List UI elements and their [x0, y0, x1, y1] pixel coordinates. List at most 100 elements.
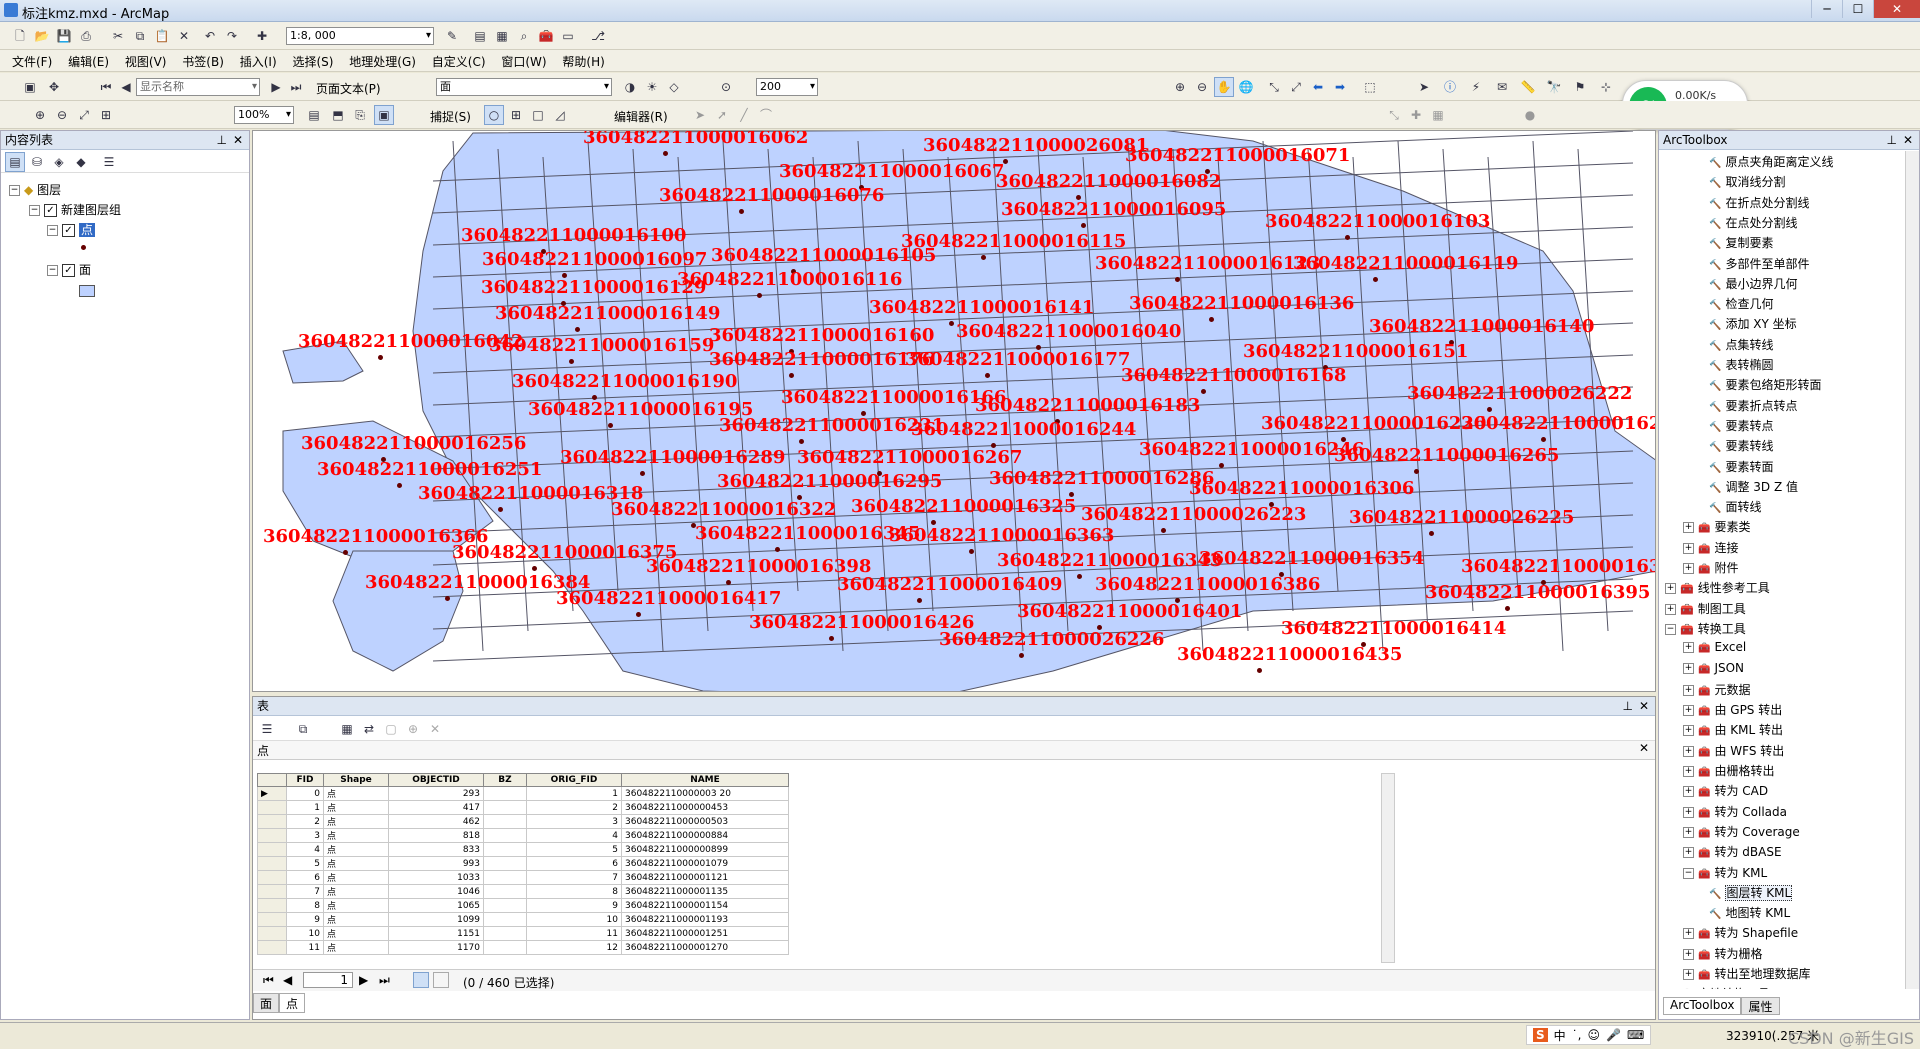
find-icon[interactable]: 🔭	[1544, 77, 1564, 97]
edge-snap-icon[interactable]: ◿	[550, 105, 570, 125]
table-cell[interactable]: 点	[323, 870, 389, 885]
toolbox-toolset-item[interactable]: + 🧰 转出至地理数据库	[1683, 965, 1810, 982]
point-feature[interactable]	[775, 547, 780, 552]
toolbox-tool-item[interactable]: 🔨 要素包络矩形转面	[1709, 376, 1821, 393]
editor-toolbar-icon[interactable]: ✎	[442, 26, 462, 46]
focus-data-frame-icon[interactable]: ⬒	[328, 105, 348, 125]
toolbox-tool-item[interactable]: 🔨 复制要素	[1709, 234, 1773, 251]
table-cell[interactable]: 9	[526, 898, 622, 913]
zoom-whole-page-icon[interactable]: ⤢	[74, 105, 94, 125]
toolbox-toolset-item[interactable]: + 🧰 转为 dBASE	[1683, 843, 1782, 860]
table-cell[interactable]: 360482211000000503	[621, 814, 789, 829]
ime-toolbar[interactable]: S 中 ˙, ☺ 🎤 ⌨	[1526, 1025, 1652, 1045]
map-scale-combo[interactable]: 1:8, 000	[286, 27, 434, 45]
expand-icon[interactable]: +	[1683, 662, 1694, 674]
menu-insert[interactable]: 插入(I)	[234, 50, 283, 73]
table-row[interactable]: 2 点 462 3 360482211000000503	[257, 814, 789, 829]
collapse-icon[interactable]: −	[1683, 867, 1694, 879]
contrast-icon[interactable]: ◑	[620, 77, 640, 97]
table-cell[interactable]: 8	[286, 898, 324, 913]
point-feature[interactable]	[1373, 277, 1378, 282]
table-cell[interactable]: 1046	[388, 884, 484, 899]
column-header[interactable]: Shape	[323, 773, 389, 787]
toc-layers-root[interactable]: − ◆ 图层	[9, 181, 61, 198]
menu-selection[interactable]: 选择(S)	[286, 50, 339, 73]
expand-icon[interactable]: +	[1683, 847, 1694, 859]
table-cell[interactable]: 818	[388, 828, 484, 843]
table-cell[interactable]: 1065	[388, 898, 484, 913]
table-scrollbar[interactable]	[1381, 773, 1395, 963]
collapse-icon[interactable]: −	[1665, 623, 1676, 635]
table-row[interactable]: 6 点 1033 7 360482211000001121	[257, 870, 789, 885]
point-feature[interactable]	[981, 255, 986, 260]
expand-icon[interactable]: +	[1683, 948, 1694, 960]
delete-icon[interactable]: ✕	[174, 26, 194, 46]
prev-page-icon[interactable]: ◀	[116, 77, 136, 97]
next-record-icon[interactable]: ▶	[359, 973, 368, 987]
fixed-zoom-out-icon[interactable]: ⤢	[1286, 77, 1306, 97]
table-cell[interactable]: 360482211000001079	[621, 856, 789, 871]
expand-icon[interactable]: +	[1665, 583, 1676, 595]
table-cell[interactable]: 360482211000000453	[621, 800, 789, 815]
toolbox-toolset-item[interactable]: + 🧰 连接	[1683, 539, 1738, 556]
table-cell[interactable]: 360482211000001251	[621, 926, 789, 941]
toc-polygon-layer[interactable]: − ✓ 面	[47, 261, 91, 278]
toolbox-toolset-item[interactable]: + 🧰 转为 Coverage	[1683, 823, 1800, 840]
point-feature[interactable]	[1505, 606, 1510, 611]
layout-zoom-combo[interactable]: 100%	[234, 106, 294, 124]
table-cell[interactable]: 360482211000001270	[621, 940, 789, 955]
menu-bookmarks[interactable]: 书签(B)	[176, 50, 230, 73]
related-tables-icon[interactable]: ⧉	[293, 719, 313, 739]
point-feature[interactable]	[1081, 223, 1086, 228]
toolbox-tool-item[interactable]: 🔨 多部件至单部件	[1709, 255, 1809, 272]
table-cell[interactable]: 3	[526, 814, 622, 829]
row-selector[interactable]	[257, 856, 287, 871]
toolbox-toolset-item[interactable]: + 🧰 转为 Collada	[1683, 803, 1787, 820]
point-feature[interactable]	[498, 507, 503, 512]
zoom-to-selected-icon[interactable]: ⊕	[403, 719, 423, 739]
table-cell[interactable]: 2	[286, 814, 324, 829]
show-all-records-icon[interactable]	[413, 972, 429, 988]
html-popup-icon[interactable]: ✉	[1492, 77, 1512, 97]
table-cell[interactable]: 5	[526, 842, 622, 857]
toolbox-toolset-item[interactable]: + 🧰 由 GPS 转出	[1683, 701, 1782, 718]
table-cell[interactable]	[483, 912, 527, 927]
menu-view[interactable]: 视图(V)	[119, 50, 173, 73]
point-visibility-checkbox[interactable]: ✓	[62, 224, 75, 237]
toolbox-tool-item[interactable]: 🔨 表转椭圆	[1709, 356, 1773, 373]
table-row[interactable]: 1 点 417 2 360482211000000453	[257, 800, 789, 815]
add-control-points-icon[interactable]: ✚	[1406, 105, 1426, 125]
change-layout-icon[interactable]: ⎘	[350, 105, 370, 125]
table-cell[interactable]: 1151	[388, 926, 484, 941]
model-builder-icon[interactable]: ⎇	[588, 26, 608, 46]
table-cell[interactable]: 7	[526, 870, 622, 885]
switch-selection-icon[interactable]: ⇄	[359, 719, 379, 739]
point-feature[interactable]	[1541, 437, 1546, 442]
view-link-table-icon[interactable]: ▦	[1428, 105, 1448, 125]
toolbox-toolset-item[interactable]: +🧰宗地结构工具	[1665, 985, 1770, 989]
table-cell[interactable]: 293	[388, 786, 484, 801]
table-cell[interactable]: 5	[286, 856, 324, 871]
table-cell[interactable]: 9	[286, 912, 324, 927]
toolbox-tool-item[interactable]: 🔨 调整 3D Z 值	[1709, 478, 1798, 495]
toolbox-toolset-item[interactable]: + 🧰 线性参考工具	[1665, 579, 1770, 596]
point-symbol[interactable]	[81, 245, 86, 250]
column-header[interactable]: BZ	[483, 773, 527, 787]
save-icon[interactable]: 💾	[54, 26, 74, 46]
toolbox-toolset-item[interactable]: + 🧰 Excel	[1683, 640, 1746, 654]
polygon-visibility-checkbox[interactable]: ✓	[62, 264, 75, 277]
menu-file[interactable]: 文件(F)	[6, 50, 58, 73]
tab-arctoolbox[interactable]: ArcToolbox	[1663, 997, 1742, 1015]
end-point-arc-icon[interactable]: ⌒	[756, 105, 776, 125]
menu-windows[interactable]: 窗口(W)	[495, 50, 552, 73]
expand-icon[interactable]: +	[1683, 684, 1694, 696]
table-cell[interactable]: 10	[286, 926, 324, 941]
table-row[interactable]: 9 点 1099 10 360482211000001193	[257, 912, 789, 927]
last-page-icon[interactable]: ⏭	[286, 77, 306, 97]
table-cell[interactable]: 点	[323, 828, 389, 843]
brightness-icon[interactable]: ☀	[642, 77, 662, 97]
table-cell[interactable]: 417	[388, 800, 484, 815]
point-feature[interactable]	[969, 549, 974, 554]
expand-icon[interactable]: +	[1683, 969, 1694, 980]
column-header[interactable]: OBJECTID	[388, 773, 484, 787]
